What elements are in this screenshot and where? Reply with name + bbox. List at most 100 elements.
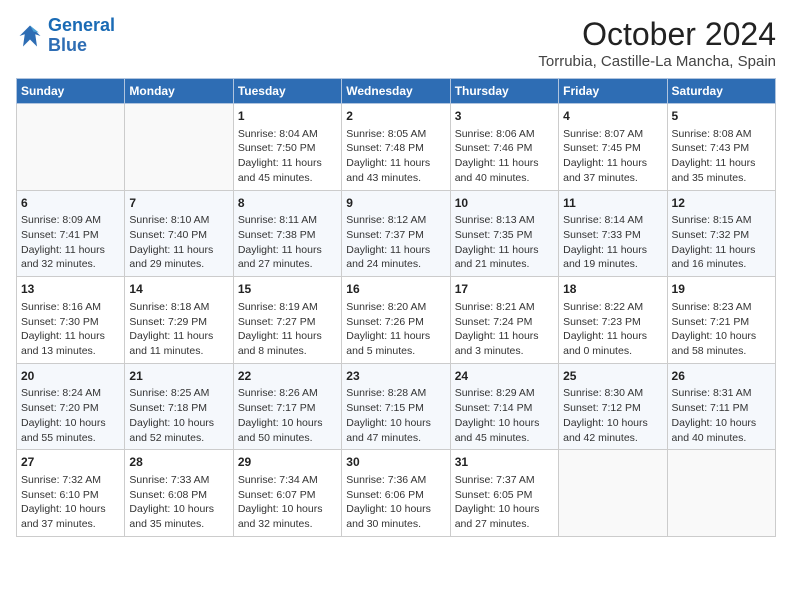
day-number: 24: [455, 368, 554, 385]
day-number: 16: [346, 281, 445, 298]
day-number: 9: [346, 195, 445, 212]
calendar-cell: 14Sunrise: 8:18 AM Sunset: 7:29 PM Dayli…: [125, 277, 233, 364]
day-number: 19: [672, 281, 771, 298]
calendar-cell: 30Sunrise: 7:36 AM Sunset: 6:06 PM Dayli…: [342, 450, 450, 537]
day-number: 11: [563, 195, 662, 212]
day-detail: Sunrise: 8:25 AM Sunset: 7:18 PM Dayligh…: [129, 386, 228, 445]
calendar-cell: 11Sunrise: 8:14 AM Sunset: 7:33 PM Dayli…: [559, 190, 667, 277]
day-number: 27: [21, 454, 120, 471]
calendar-week-1: 1 Sunrise: 8:04 AM Sunset: 7:50 PM Daylig…: [17, 104, 776, 191]
calendar-cell: 21Sunrise: 8:25 AM Sunset: 7:18 PM Dayli…: [125, 363, 233, 450]
page-header: General Blue October 2024 Torrubia, Cast…: [16, 16, 776, 70]
calendar-cell: 4Sunrise: 8:07 AM Sunset: 7:45 PM Daylig…: [559, 104, 667, 191]
logo-icon: [16, 22, 44, 50]
day-header-saturday: Saturday: [667, 79, 775, 104]
day-detail: Sunrise: 8:08 AM Sunset: 7:43 PM Dayligh…: [672, 127, 771, 186]
day-detail: Sunrise: 7:34 AM Sunset: 6:07 PM Dayligh…: [238, 473, 337, 532]
calendar-cell: [667, 450, 775, 537]
day-header-friday: Friday: [559, 79, 667, 104]
calendar-cell: 2Sunrise: 8:05 AM Sunset: 7:48 PM Daylig…: [342, 104, 450, 191]
day-detail: Sunrise: 8:22 AM Sunset: 7:23 PM Dayligh…: [563, 300, 662, 359]
day-number: 25: [563, 368, 662, 385]
calendar-cell: 15 Sunrise: 8:19 AM Sunset: 7:27 PM Dayli…: [233, 277, 341, 364]
day-detail: Sunrise: 8:19 AM Sunset: 7:27 PM Dayligh…: [238, 300, 337, 359]
calendar-cell: 12Sunrise: 8:15 AM Sunset: 7:32 PM Dayli…: [667, 190, 775, 277]
calendar-week-4: 20Sunrise: 8:24 AM Sunset: 7:20 PM Dayli…: [17, 363, 776, 450]
title-block: October 2024 Torrubia, Castille-La Manch…: [538, 16, 776, 70]
calendar-cell: 9Sunrise: 8:12 AM Sunset: 7:37 PM Daylig…: [342, 190, 450, 277]
day-detail: Sunrise: 7:33 AM Sunset: 6:08 PM Dayligh…: [129, 473, 228, 532]
day-detail: Sunrise: 8:06 AM Sunset: 7:46 PM Dayligh…: [455, 127, 554, 186]
day-detail: Sunrise: 8:31 AM Sunset: 7:11 PM Dayligh…: [672, 386, 771, 445]
calendar-cell: 20Sunrise: 8:24 AM Sunset: 7:20 PM Dayli…: [17, 363, 125, 450]
month-title: October 2024: [538, 16, 776, 53]
calendar-cell: 5 Sunrise: 8:08 AM Sunset: 7:43 PM Daylig…: [667, 104, 775, 191]
day-number: 23: [346, 368, 445, 385]
day-detail: Sunrise: 8:24 AM Sunset: 7:20 PM Dayligh…: [21, 386, 120, 445]
calendar-cell: 13Sunrise: 8:16 AM Sunset: 7:30 PM Dayli…: [17, 277, 125, 364]
calendar-cell: [17, 104, 125, 191]
day-detail: Sunrise: 8:16 AM Sunset: 7:30 PM Dayligh…: [21, 300, 120, 359]
calendar-cell: 3 Sunrise: 8:06 AM Sunset: 7:46 PM Daylig…: [450, 104, 558, 191]
day-detail: Sunrise: 8:12 AM Sunset: 7:37 PM Dayligh…: [346, 213, 445, 272]
day-number: 10: [455, 195, 554, 212]
calendar-cell: 28Sunrise: 7:33 AM Sunset: 6:08 PM Dayli…: [125, 450, 233, 537]
day-detail: Sunrise: 8:30 AM Sunset: 7:12 PM Dayligh…: [563, 386, 662, 445]
day-header-monday: Monday: [125, 79, 233, 104]
day-detail: Sunrise: 7:32 AM Sunset: 6:10 PM Dayligh…: [21, 473, 120, 532]
day-number: 31: [455, 454, 554, 471]
logo-line1: General: [48, 16, 115, 36]
logo: General Blue: [16, 16, 115, 56]
calendar-cell: 25Sunrise: 8:30 AM Sunset: 7:12 PM Dayli…: [559, 363, 667, 450]
calendar-week-5: 27 Sunrise: 7:32 AM Sunset: 6:10 PM Dayli…: [17, 450, 776, 537]
calendar-cell: 24Sunrise: 8:29 AM Sunset: 7:14 PM Dayli…: [450, 363, 558, 450]
calendar-cell: 18 Sunrise: 8:22 AM Sunset: 7:23 PM Dayli…: [559, 277, 667, 364]
calendar-cell: 6Sunrise: 8:09 AM Sunset: 7:41 PM Daylig…: [17, 190, 125, 277]
day-detail: Sunrise: 8:11 AM Sunset: 7:38 PM Dayligh…: [238, 213, 337, 272]
day-detail: Sunrise: 8:18 AM Sunset: 7:29 PM Dayligh…: [129, 300, 228, 359]
day-detail: Sunrise: 8:23 AM Sunset: 7:21 PM Dayligh…: [672, 300, 771, 359]
calendar-cell: 26Sunrise: 8:31 AM Sunset: 7:11 PM Dayli…: [667, 363, 775, 450]
day-header-tuesday: Tuesday: [233, 79, 341, 104]
day-detail: Sunrise: 7:37 AM Sunset: 6:05 PM Dayligh…: [455, 473, 554, 532]
day-number: 17: [455, 281, 554, 298]
day-number: 6: [21, 195, 120, 212]
day-number: 15: [238, 281, 337, 298]
location: Torrubia, Castille-La Mancha, Spain: [538, 53, 776, 70]
calendar-cell: 7Sunrise: 8:10 AM Sunset: 7:40 PM Daylig…: [125, 190, 233, 277]
day-number: 22: [238, 368, 337, 385]
calendar-cell: 31 Sunrise: 7:37 AM Sunset: 6:05 PM Dayli…: [450, 450, 558, 537]
calendar-cell: 19 Sunrise: 8:23 AM Sunset: 7:21 PM Dayli…: [667, 277, 775, 364]
calendar-cell: 29 Sunrise: 7:34 AM Sunset: 6:07 PM Dayli…: [233, 450, 341, 537]
day-number: 7: [129, 195, 228, 212]
day-detail: Sunrise: 8:10 AM Sunset: 7:40 PM Dayligh…: [129, 213, 228, 272]
day-detail: Sunrise: 8:26 AM Sunset: 7:17 PM Dayligh…: [238, 386, 337, 445]
day-detail: Sunrise: 8:04 AM Sunset: 7:50 PM Dayligh…: [238, 127, 337, 186]
calendar-week-2: 6Sunrise: 8:09 AM Sunset: 7:41 PM Daylig…: [17, 190, 776, 277]
day-number: 30: [346, 454, 445, 471]
day-detail: Sunrise: 8:15 AM Sunset: 7:32 PM Dayligh…: [672, 213, 771, 272]
calendar-cell: [559, 450, 667, 537]
day-detail: Sunrise: 8:13 AM Sunset: 7:35 PM Dayligh…: [455, 213, 554, 272]
calendar-cell: 17 Sunrise: 8:21 AM Sunset: 7:24 PM Dayli…: [450, 277, 558, 364]
calendar-cell: 10Sunrise: 8:13 AM Sunset: 7:35 PM Dayli…: [450, 190, 558, 277]
day-number: 21: [129, 368, 228, 385]
day-detail: Sunrise: 8:21 AM Sunset: 7:24 PM Dayligh…: [455, 300, 554, 359]
day-number: 1: [238, 108, 337, 125]
day-number: 5: [672, 108, 771, 125]
day-detail: Sunrise: 8:29 AM Sunset: 7:14 PM Dayligh…: [455, 386, 554, 445]
day-number: 4: [563, 108, 662, 125]
calendar-week-3: 13Sunrise: 8:16 AM Sunset: 7:30 PM Dayli…: [17, 277, 776, 364]
calendar-cell: 23Sunrise: 8:28 AM Sunset: 7:15 PM Dayli…: [342, 363, 450, 450]
day-number: 8: [238, 195, 337, 212]
day-number: 26: [672, 368, 771, 385]
day-number: 3: [455, 108, 554, 125]
calendar-cell: 8Sunrise: 8:11 AM Sunset: 7:38 PM Daylig…: [233, 190, 341, 277]
day-detail: Sunrise: 8:14 AM Sunset: 7:33 PM Dayligh…: [563, 213, 662, 272]
day-number: 29: [238, 454, 337, 471]
day-detail: Sunrise: 8:05 AM Sunset: 7:48 PM Dayligh…: [346, 127, 445, 186]
day-number: 18: [563, 281, 662, 298]
day-detail: Sunrise: 8:09 AM Sunset: 7:41 PM Dayligh…: [21, 213, 120, 272]
calendar-cell: 22Sunrise: 8:26 AM Sunset: 7:17 PM Dayli…: [233, 363, 341, 450]
calendar-cell: 27 Sunrise: 7:32 AM Sunset: 6:10 PM Dayli…: [17, 450, 125, 537]
